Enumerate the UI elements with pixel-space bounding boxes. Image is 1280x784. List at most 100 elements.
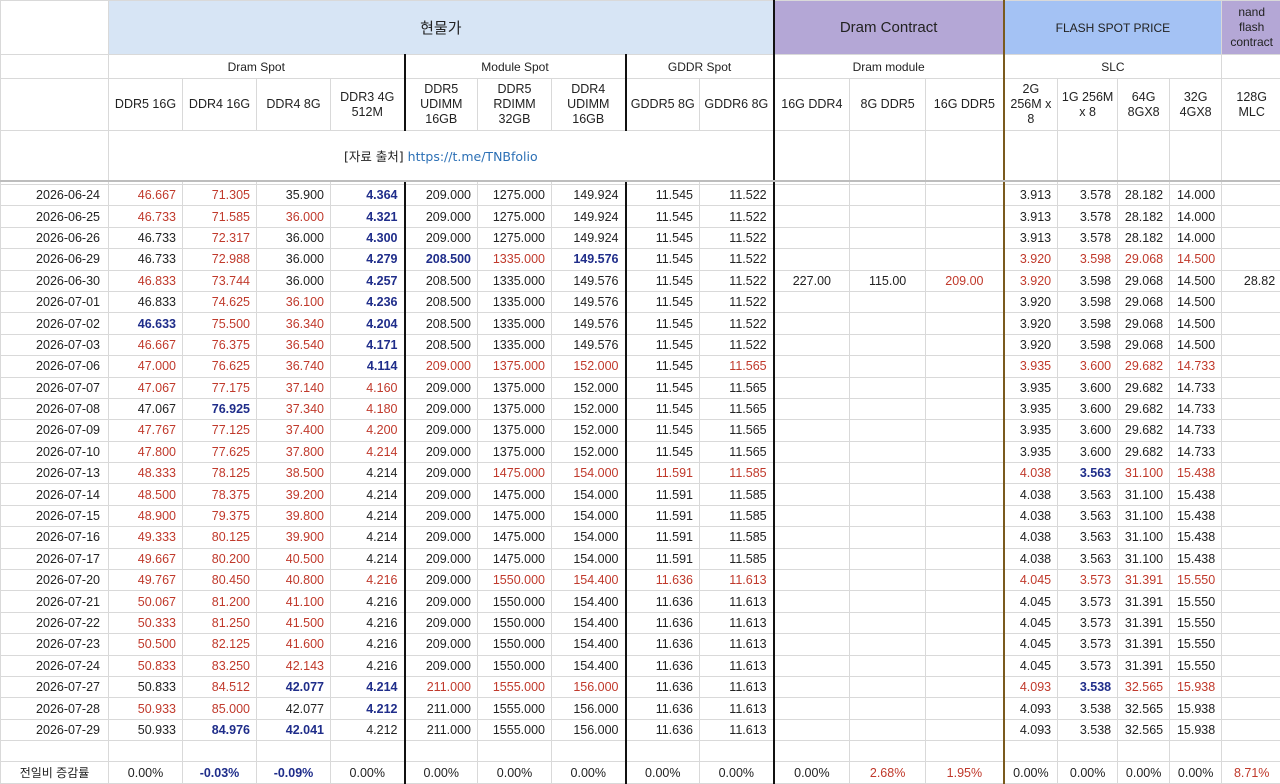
blank-cell — [109, 741, 183, 762]
table-cell — [850, 655, 926, 676]
table-cell: 15.438 — [1170, 463, 1222, 484]
table-cell: 3.573 — [1058, 655, 1118, 676]
table-row: 2026-07-0747.06777.17537.1404.160209.000… — [1, 377, 1280, 398]
table-cell: 11.591 — [626, 527, 700, 548]
table-cell: 4.216 — [331, 570, 405, 591]
table-cell: 149.576 — [552, 313, 626, 334]
blank-cell — [850, 741, 926, 762]
table-cell — [1222, 206, 1280, 227]
table-cell: 11.636 — [626, 719, 700, 740]
table-cell: 4.214 — [331, 441, 405, 462]
table-row: 2026-07-2250.33381.25041.5004.216209.000… — [1, 612, 1280, 633]
table-cell — [850, 185, 926, 206]
table-cell — [1222, 313, 1280, 334]
table-cell: 156.000 — [552, 676, 626, 697]
gddr-spot-group: GDDR Spot — [626, 55, 774, 79]
table-cell: 4.257 — [331, 270, 405, 291]
dram-module-group: Dram module — [774, 55, 1004, 79]
table-cell — [850, 548, 926, 569]
table-cell: 4.045 — [1004, 612, 1058, 633]
table-cell: 75.500 — [183, 313, 257, 334]
table-row: 2026-07-2350.50082.12541.6004.216209.000… — [1, 634, 1280, 655]
table-cell: 77.625 — [183, 441, 257, 462]
table-cell: 11.591 — [626, 505, 700, 526]
table-cell: 11.613 — [700, 634, 774, 655]
daily-change-cell: -0.03% — [183, 762, 257, 784]
blank-cell — [1222, 55, 1280, 79]
table-row: 2026-06-2546.73371.58536.0004.321209.000… — [1, 206, 1280, 227]
table-cell: 3.563 — [1058, 463, 1118, 484]
row-date: 2026-07-16 — [1, 527, 109, 548]
table-cell — [1222, 612, 1280, 633]
table-cell: 4.160 — [331, 377, 405, 398]
table-cell — [926, 570, 1004, 591]
table-cell: 49.767 — [109, 570, 183, 591]
table-cell — [926, 377, 1004, 398]
table-cell: 29.068 — [1118, 249, 1170, 270]
table-cell: 152.000 — [552, 356, 626, 377]
table-cell: 1275.000 — [478, 227, 552, 248]
table-cell: 152.000 — [552, 377, 626, 398]
row-date: 2026-07-01 — [1, 291, 109, 312]
table-cell — [774, 377, 850, 398]
table-cell: 73.744 — [183, 270, 257, 291]
table-cell: 1335.000 — [478, 334, 552, 355]
table-cell: 209.000 — [405, 612, 478, 633]
table-cell: 154.400 — [552, 612, 626, 633]
table-cell: 80.450 — [183, 570, 257, 591]
table-cell: 11.522 — [700, 249, 774, 270]
table-cell: 31.391 — [1118, 634, 1170, 655]
spot-price-header: 현물가 — [109, 1, 774, 55]
table-cell: 3.598 — [1058, 249, 1118, 270]
table-cell — [926, 420, 1004, 441]
table-cell: 36.100 — [257, 291, 331, 312]
table-cell — [926, 548, 1004, 569]
table-cell: 152.000 — [552, 420, 626, 441]
blank-cell — [1222, 741, 1280, 762]
table-cell: 11.522 — [700, 270, 774, 291]
table-cell — [926, 634, 1004, 655]
table-cell: 3.538 — [1058, 719, 1118, 740]
table-cell — [926, 227, 1004, 248]
table-cell: 37.340 — [257, 398, 331, 419]
table-cell — [850, 463, 926, 484]
row-date: 2026-07-27 — [1, 676, 109, 697]
table-cell: 1375.000 — [478, 356, 552, 377]
blank-cell — [774, 131, 850, 181]
table-cell: 209.000 — [405, 463, 478, 484]
table-cell — [774, 719, 850, 740]
daily-change-cell: 0.00% — [1170, 762, 1222, 784]
source-link[interactable]: https://t.me/TNBfolio — [408, 149, 538, 164]
table-cell: 11.636 — [626, 655, 700, 676]
table-cell: 11.545 — [626, 249, 700, 270]
table-cell: 209.000 — [405, 655, 478, 676]
table-cell: 3.573 — [1058, 570, 1118, 591]
table-cell: 1475.000 — [478, 484, 552, 505]
table-cell: 14.733 — [1170, 441, 1222, 462]
table-cell: 3.920 — [1004, 313, 1058, 334]
table-cell: 3.600 — [1058, 398, 1118, 419]
table-cell: 37.140 — [257, 377, 331, 398]
table-cell: 11.522 — [700, 227, 774, 248]
table-cell: 47.800 — [109, 441, 183, 462]
table-cell: 14.000 — [1170, 185, 1222, 206]
table-cell — [774, 356, 850, 377]
table-cell — [926, 505, 1004, 526]
table-cell: 11.613 — [700, 655, 774, 676]
table-row: 2026-07-2750.83384.51242.0774.214211.000… — [1, 676, 1280, 697]
daily-change-cell: 0.00% — [478, 762, 552, 784]
table-cell — [1222, 698, 1280, 719]
table-cell: 4.214 — [331, 505, 405, 526]
table-cell: 74.625 — [183, 291, 257, 312]
table-cell: 50.933 — [109, 698, 183, 719]
column-header: GDDR5 8G — [626, 79, 700, 131]
table-cell: 11.522 — [700, 185, 774, 206]
row-date: 2026-06-29 — [1, 249, 109, 270]
table-cell: 154.400 — [552, 655, 626, 676]
source-label: [자료 출처] — [344, 149, 404, 164]
blank-cell — [926, 131, 1004, 181]
blank-cell — [850, 131, 926, 181]
table-cell: 149.924 — [552, 227, 626, 248]
blank-cell — [183, 741, 257, 762]
table-cell: 1335.000 — [478, 249, 552, 270]
